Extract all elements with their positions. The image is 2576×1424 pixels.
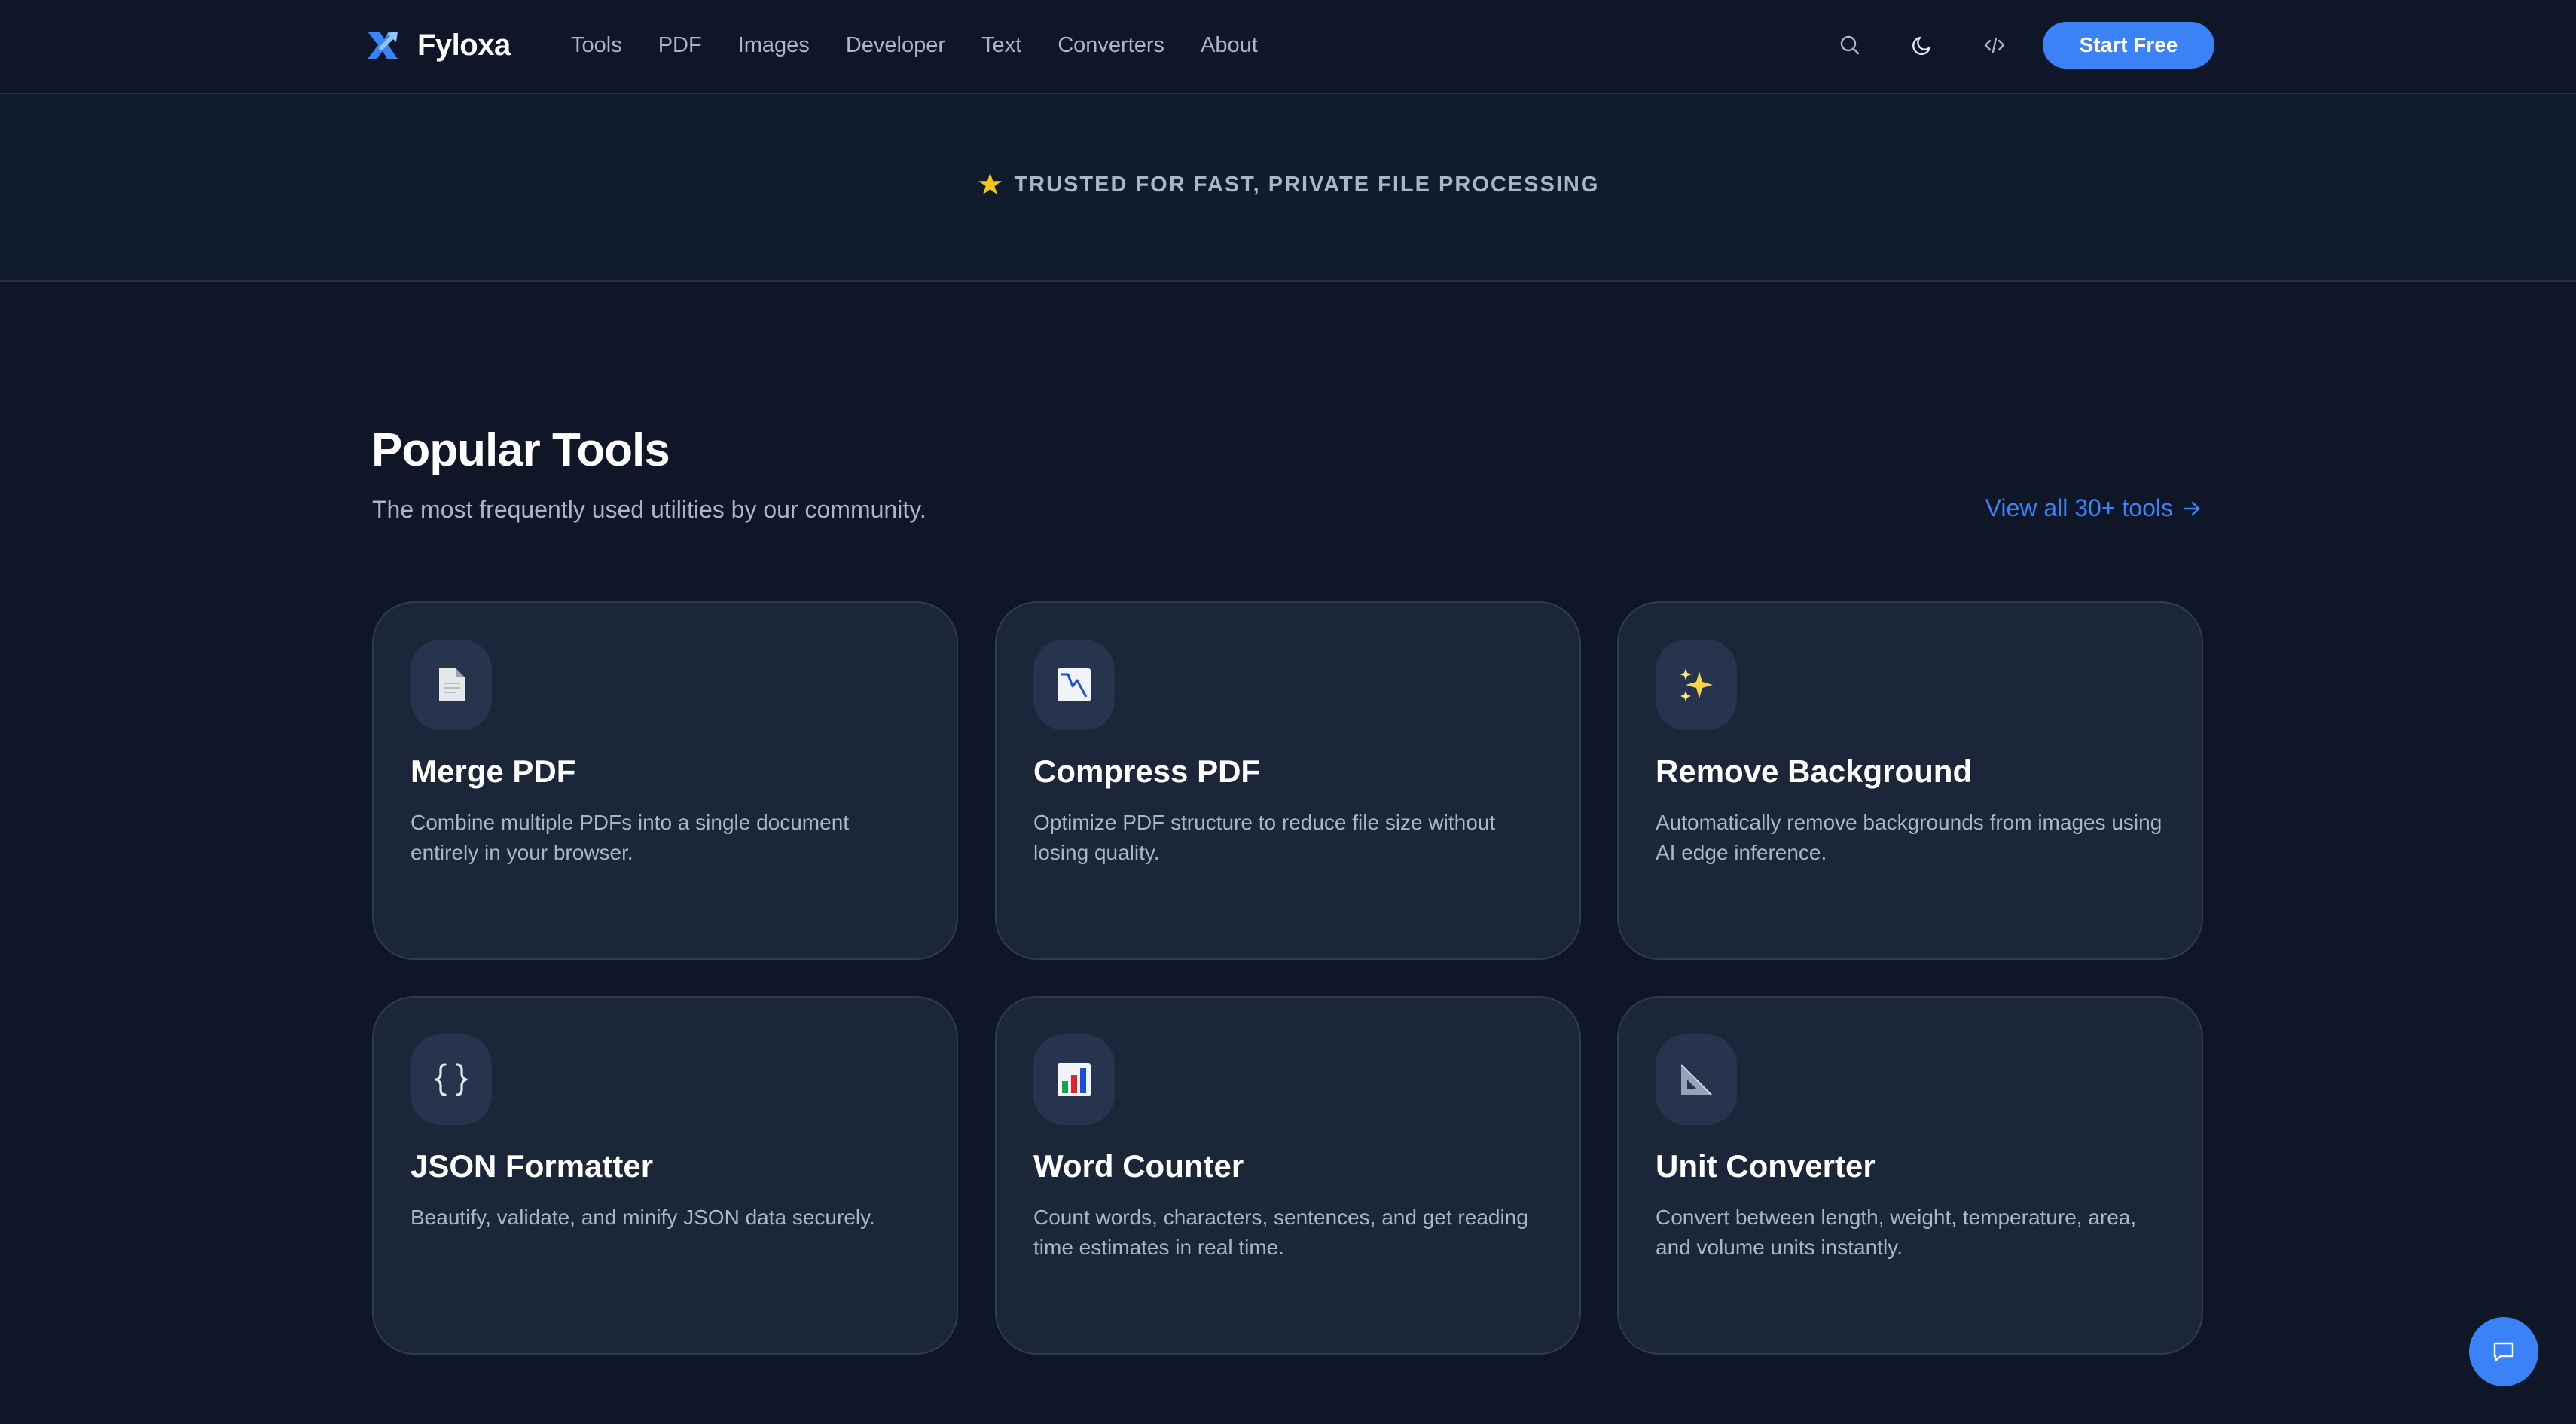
code-icon <box>1984 37 2005 53</box>
star-icon: ★ <box>976 168 1004 201</box>
start-free-button[interactable]: Start Free <box>2043 22 2214 69</box>
tool-title: Unit Converter <box>1656 1148 1876 1184</box>
fyloxa-logo-icon <box>368 32 398 59</box>
tool-icon-badge <box>1033 640 1115 730</box>
trust-banner: ★ TRUSTED FOR FAST, PRIVATE FILE PROCESS… <box>0 94 2576 282</box>
nav-about[interactable]: About <box>1201 33 1258 58</box>
tool-description: Count words, characters, sentences, and … <box>1033 1206 1528 1259</box>
theme-toggle-button[interactable] <box>1904 27 1940 63</box>
braces-icon <box>435 1063 468 1096</box>
site-header: Fyloxa Tools PDF Images Developer Text C… <box>0 0 2576 94</box>
tool-icon-badge <box>1033 1034 1115 1125</box>
section-title: Popular Tools <box>371 424 670 476</box>
chart-down-icon <box>1058 668 1091 701</box>
tool-title: Word Counter <box>1033 1148 1244 1184</box>
tool-title: JSON Formatter <box>411 1148 654 1184</box>
tool-card-remove-background[interactable]: Remove Background Automatically remove b… <box>1617 601 2203 960</box>
tool-description: Convert between length, weight, temperat… <box>1656 1206 2137 1259</box>
embed-code-button[interactable] <box>1976 27 2013 63</box>
tool-icon-badge <box>1656 1034 1737 1125</box>
document-icon <box>439 668 465 701</box>
nav-text[interactable]: Text <box>981 33 1021 58</box>
tool-card-unit-converter[interactable]: Unit Converter Convert between length, w… <box>1617 996 2203 1355</box>
tool-title: Merge PDF <box>411 753 576 789</box>
view-all-label: View all 30+ tools <box>1985 494 2173 521</box>
main-nav: Tools PDF Images Developer Text Converte… <box>571 29 1258 62</box>
nav-pdf[interactable]: PDF <box>658 33 702 58</box>
chat-icon <box>2493 1342 2514 1362</box>
tool-card-compress-pdf[interactable]: Compress PDF Optimize PDF structure to r… <box>995 601 1581 960</box>
moon-icon <box>1912 36 1931 55</box>
tool-description: Combine multiple PDFs into a single docu… <box>411 811 850 864</box>
nav-tools[interactable]: Tools <box>571 33 622 58</box>
chat-button[interactable] <box>2469 1317 2538 1386</box>
nav-images[interactable]: Images <box>738 33 810 58</box>
search-button[interactable] <box>1832 27 1868 63</box>
tool-description: Beautify, validate, and minify JSON data… <box>411 1206 875 1229</box>
view-all-tools-link[interactable]: View all 30+ tools <box>1985 494 2203 522</box>
brand-name: Fyloxa <box>417 28 511 62</box>
trust-text: TRUSTED FOR FAST, PRIVATE FILE PROCESSIN… <box>1014 172 1600 197</box>
brand-logo[interactable]: Fyloxa <box>365 26 511 65</box>
tool-icon-badge <box>1656 640 1737 730</box>
triangle-ruler-icon <box>1680 1064 1712 1096</box>
tool-description: Automatically remove backgrounds from im… <box>1656 811 2162 864</box>
tool-card-word-counter[interactable]: Word Counter Count words, characters, se… <box>995 996 1581 1355</box>
nav-converters[interactable]: Converters <box>1058 33 1164 58</box>
tool-icon-badge <box>411 1034 492 1125</box>
search-icon <box>1840 35 1860 55</box>
tool-card-merge-pdf[interactable]: Merge PDF Combine multiple PDFs into a s… <box>372 601 958 960</box>
tool-title: Remove Background <box>1656 753 1973 789</box>
nav-developer[interactable]: Developer <box>846 33 945 58</box>
tool-description: Optimize PDF structure to reduce file si… <box>1033 811 1496 864</box>
bar-chart-icon <box>1058 1063 1091 1096</box>
tool-card-json-formatter[interactable]: JSON Formatter Beautify, validate, and m… <box>372 996 958 1355</box>
arrow-right-icon <box>2183 501 2200 515</box>
sparkles-icon <box>1680 668 1713 701</box>
tool-title: Compress PDF <box>1033 753 1261 789</box>
tool-icon-badge <box>411 640 492 730</box>
section-subtitle: The most frequently used utilities by ou… <box>372 496 926 523</box>
